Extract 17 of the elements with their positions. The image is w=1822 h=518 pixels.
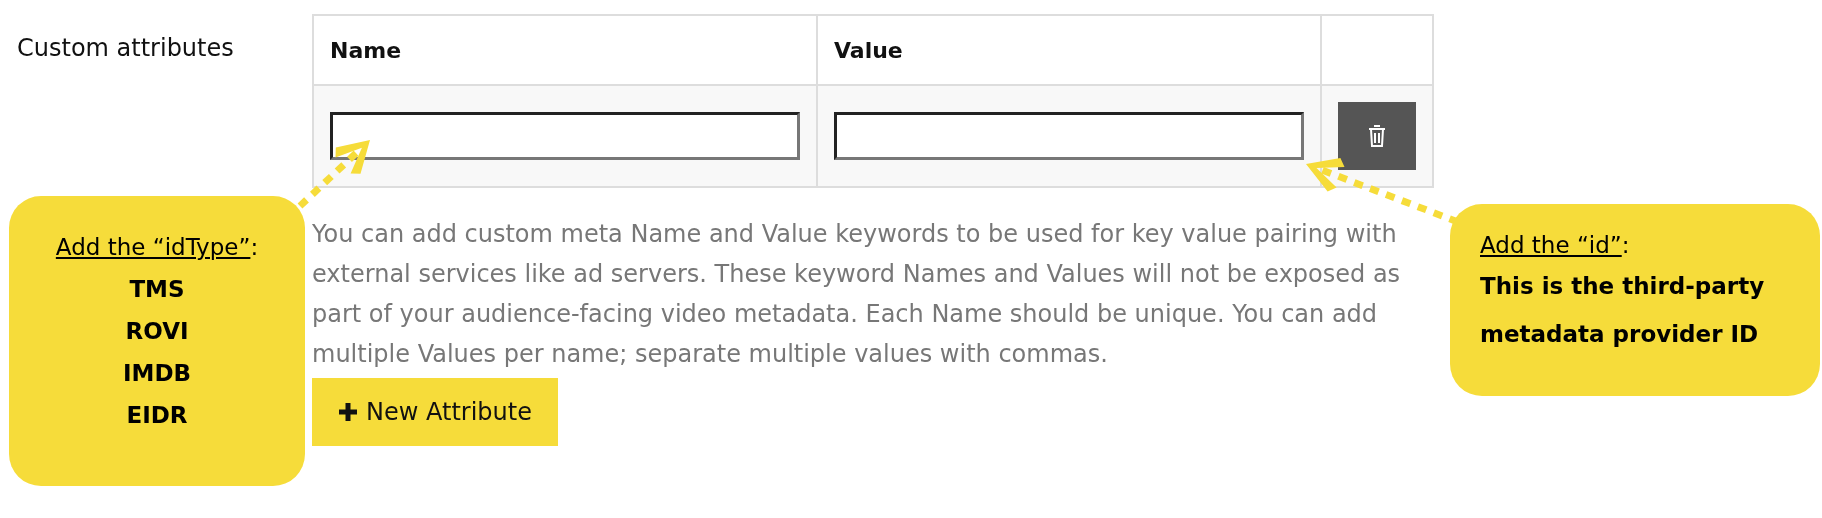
column-header: Value	[817, 15, 1321, 85]
callout-text: This is the third-party metadata provider ID	[1480, 272, 1766, 349]
help-text: You can add custom meta Name and Value keywords to be used for key value pairing with external services like ad servers. These keyword Names and Values will not be exposed as part of your audience-facing video metadata. Each Name should be unique. You can add multiple Values per name; separate multiple values with commas.	[312, 219, 1402, 370]
callout-text: EIDR	[125, 402, 189, 428]
callout-heading: Add the “idType”:	[54, 234, 260, 260]
input-field[interactable]	[330, 112, 800, 160]
callout-text: IMDB	[121, 360, 193, 386]
callout-heading: Add the “id”:	[1480, 232, 1631, 258]
trash-icon	[1367, 124, 1387, 148]
new-attribute-button[interactable]: New Attribute	[312, 378, 558, 446]
column-header: Name	[313, 15, 817, 85]
delete-button[interactable]	[1338, 102, 1416, 170]
callout-text: TMS	[128, 276, 186, 302]
field-label: Custom attributes	[17, 34, 235, 62]
plus-icon	[338, 402, 358, 422]
callout-text: ROVI	[124, 318, 190, 344]
input-field[interactable]	[834, 112, 1304, 160]
